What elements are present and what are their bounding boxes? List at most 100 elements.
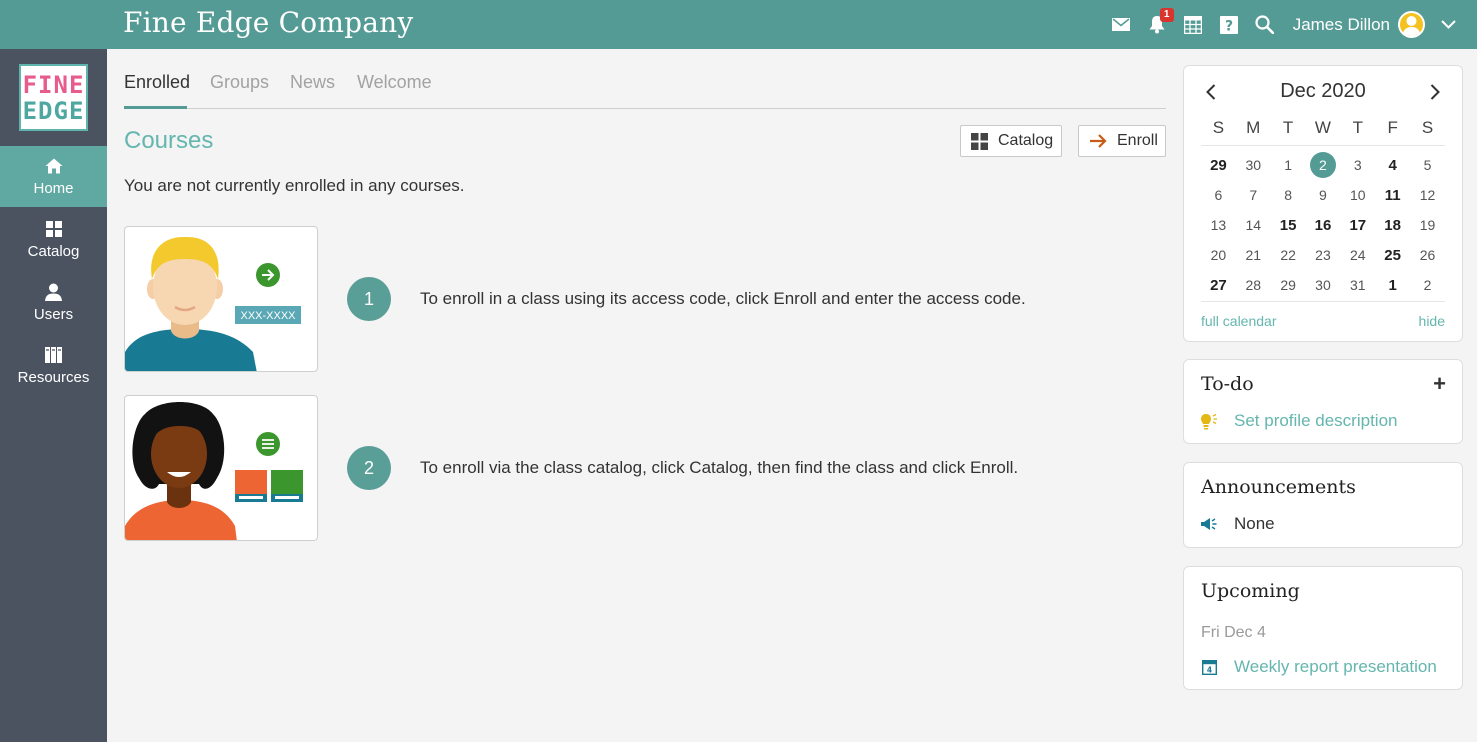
calendar-day[interactable]: 8 xyxy=(1271,187,1306,203)
calendar-week-row: 13 14 15 16 17 18 19 xyxy=(1201,210,1445,240)
notifications-bell-icon[interactable]: 1 xyxy=(1147,7,1174,35)
notifications-badge: 1 xyxy=(1159,7,1174,22)
calendar-day[interactable]: 27 xyxy=(1201,277,1236,294)
calendar-week-row: 6 7 8 9 10 11 12 xyxy=(1201,180,1445,210)
calendar-day[interactable]: 30 xyxy=(1306,277,1341,293)
calendar-month-label: Dec 2020 xyxy=(1280,80,1366,102)
calendar-day[interactable]: 21 xyxy=(1236,247,1271,263)
calendar-day[interactable]: 6 xyxy=(1201,187,1236,203)
enroll-button[interactable]: Enroll xyxy=(1078,125,1166,157)
upcoming-event-label: Weekly report presentation xyxy=(1234,657,1437,676)
access-code-illustration: XXX-XXXX xyxy=(124,226,318,372)
calendar-day[interactable]: 18 xyxy=(1375,217,1410,234)
calendar-day-icon-number: 4 xyxy=(1206,665,1211,674)
search-icon[interactable] xyxy=(1255,15,1275,35)
grid-icon xyxy=(971,132,988,150)
calendar-day[interactable]: 16 xyxy=(1306,217,1341,234)
user-name[interactable]: James Dillon xyxy=(1293,15,1390,35)
logo-line-2: EDGE xyxy=(22,96,85,125)
sidebar-item-users[interactable]: Users xyxy=(0,272,107,333)
calendar-day[interactable]: 19 xyxy=(1410,217,1445,233)
add-todo-button[interactable]: + xyxy=(1433,371,1446,397)
calendar-weekday: F xyxy=(1387,117,1398,137)
calendar-day[interactable]: 28 xyxy=(1236,277,1271,293)
step-1-text: To enroll in a class using its access co… xyxy=(420,289,1026,308)
calendar-grid-icon[interactable] xyxy=(1183,15,1203,35)
company-logo[interactable]: FINE EDGE xyxy=(19,64,88,131)
calendar-day[interactable]: 15 xyxy=(1271,217,1306,234)
catalog-illustration xyxy=(124,395,318,541)
calendar-day[interactable]: 24 xyxy=(1340,247,1375,263)
calendar-day[interactable]: 11 xyxy=(1375,187,1410,204)
svg-text:?: ? xyxy=(1225,18,1233,34)
full-calendar-link[interactable]: full calendar xyxy=(1201,313,1277,329)
calendar-day[interactable]: 3 xyxy=(1340,157,1375,173)
calendar-day[interactable]: 1 xyxy=(1271,157,1306,173)
tab-welcome[interactable]: Welcome xyxy=(357,72,432,93)
active-tab-indicator xyxy=(124,106,187,109)
calendar-day[interactable]: 31 xyxy=(1340,277,1375,293)
calendar-day[interactable]: 12 xyxy=(1410,187,1445,203)
calendar-day-icon: 4 xyxy=(1201,659,1217,675)
calendar-widget: Dec 2020 S M T W T F S 29 30 1 2 3 4 5 6 7 8 9 10 11 12 13 14 1… xyxy=(1183,65,1463,342)
catalog-button-label: Catalog xyxy=(998,132,1054,149)
avatar[interactable] xyxy=(1398,11,1425,38)
calendar-day[interactable]: 26 xyxy=(1410,247,1445,263)
calendar-day[interactable]: 7 xyxy=(1236,187,1271,203)
calendar-footer: full calendar hide xyxy=(1201,301,1445,329)
calendar-day-today[interactable]: 2 xyxy=(1306,152,1341,178)
calendar-day[interactable]: 9 xyxy=(1306,187,1341,203)
tab-enrolled[interactable]: Enrolled xyxy=(124,72,190,93)
upcoming-title: Upcoming xyxy=(1201,580,1300,602)
books-icon xyxy=(45,345,62,365)
tab-groups[interactable]: Groups xyxy=(210,72,269,93)
todo-item[interactable]: Set profile description xyxy=(1201,411,1397,431)
enroll-button-label: Enroll xyxy=(1117,132,1158,149)
calendar-day[interactable]: 10 xyxy=(1340,187,1375,203)
lightbulb-icon xyxy=(1201,413,1217,430)
calendar-day[interactable]: 5 xyxy=(1410,157,1445,173)
top-bar: Fine Edge Company 1 ? James Dillon xyxy=(0,0,1477,49)
upcoming-event[interactable]: 4 Weekly report presentation xyxy=(1201,657,1437,677)
step-number-2: 2 xyxy=(347,446,391,490)
help-icon[interactable]: ? xyxy=(1219,15,1239,35)
calendar-day[interactable]: 1 xyxy=(1375,277,1410,294)
logo-line-1: FINE xyxy=(22,70,85,99)
app-title: Fine Edge Company xyxy=(123,6,414,39)
calendar-week-row: 20 21 22 23 24 25 26 xyxy=(1201,240,1445,270)
calendar-day[interactable]: 13 xyxy=(1201,217,1236,233)
sidebar-item-catalog[interactable]: Catalog xyxy=(0,209,107,270)
calendar-day[interactable]: 23 xyxy=(1306,247,1341,263)
calendar-day[interactable]: 30 xyxy=(1236,157,1271,173)
calendar-week-row: 27 28 29 30 31 1 2 xyxy=(1201,270,1445,300)
courses-title: Courses xyxy=(124,127,214,154)
sidebar-item-label: Users xyxy=(33,306,74,323)
tab-news[interactable]: News xyxy=(290,72,335,93)
calendar-weekday: S xyxy=(1421,117,1434,137)
calendar-weekday: T xyxy=(1352,117,1363,137)
catalog-button[interactable]: Catalog xyxy=(960,125,1062,157)
todo-widget: To-do + Set profile description xyxy=(1183,359,1463,444)
sidebar-item-label: Resources xyxy=(17,369,90,386)
calendar-day[interactable]: 20 xyxy=(1201,247,1236,263)
calendar-day[interactable]: 29 xyxy=(1201,157,1236,174)
user-icon xyxy=(45,282,62,302)
hide-calendar-link[interactable]: hide xyxy=(1419,313,1445,329)
calendar-weekday: W xyxy=(1314,117,1331,137)
todo-item-label: Set profile description xyxy=(1234,411,1398,430)
mail-icon[interactable] xyxy=(1111,15,1131,35)
calendar-day[interactable]: 14 xyxy=(1236,217,1271,233)
calendar-day[interactable]: 22 xyxy=(1271,247,1306,263)
chevron-right-icon[interactable] xyxy=(1425,82,1445,102)
calendar-day[interactable]: 4 xyxy=(1375,157,1410,174)
upcoming-widget: Upcoming Fri Dec 4 4 Weekly report prese… xyxy=(1183,566,1463,690)
sidebar-item-resources[interactable]: Resources xyxy=(0,335,107,396)
calendar-day[interactable]: 25 xyxy=(1375,247,1410,264)
chevron-down-icon[interactable] xyxy=(1441,16,1456,34)
calendar-day[interactable]: 29 xyxy=(1271,277,1306,293)
sidebar-item-home[interactable]: Home xyxy=(0,146,107,207)
calendar-day[interactable]: 17 xyxy=(1340,217,1375,234)
grid-icon xyxy=(45,219,62,239)
announcements-value: None xyxy=(1234,514,1275,533)
calendar-day[interactable]: 2 xyxy=(1410,277,1445,293)
